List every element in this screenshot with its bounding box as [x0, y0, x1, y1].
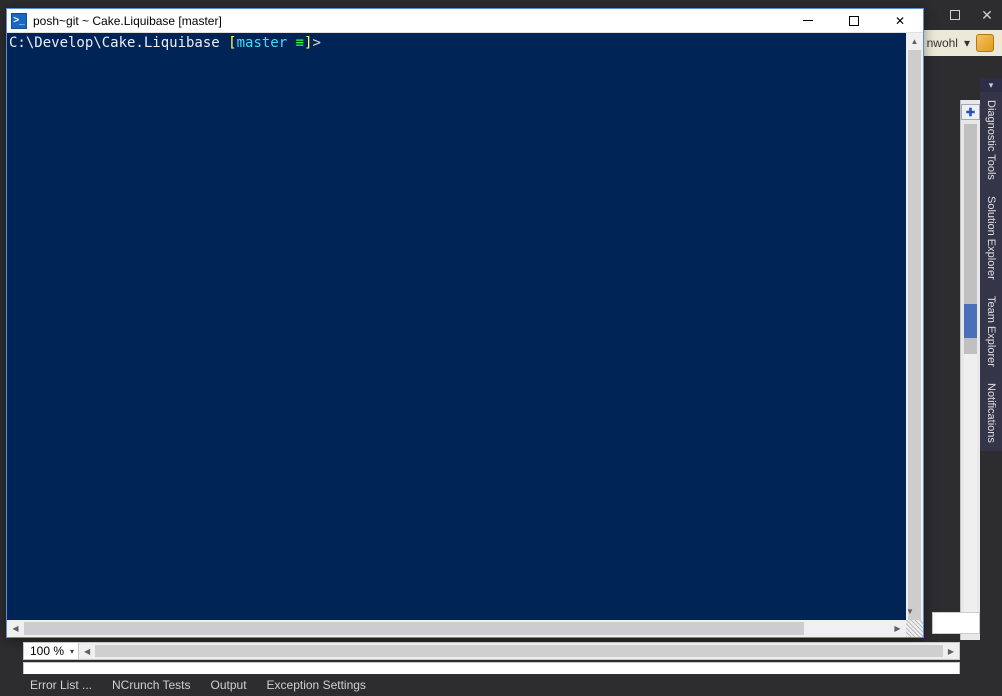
powershell-horizontal-scrollbar[interactable]: ◀ ▶ — [7, 620, 923, 637]
zoom-value: 100 % — [30, 644, 64, 658]
scroll-thumb[interactable] — [95, 645, 943, 657]
powershell-prompt-line: C:\Develop\Cake.Liquibase [master ≡]> — [9, 35, 321, 51]
scroll-right-icon[interactable]: ▶ — [889, 624, 906, 633]
maximize-icon — [849, 16, 859, 26]
minimize-icon — [803, 20, 813, 21]
maximize-icon — [950, 10, 960, 20]
vs-close-button[interactable]: ✕ — [980, 8, 994, 22]
split-editor-icon[interactable]: ✚ — [961, 104, 980, 120]
tab-output[interactable]: Output — [201, 675, 257, 695]
tab-ncrunch-tests[interactable]: NCrunch Tests — [102, 675, 200, 695]
powershell-icon: >_ — [11, 13, 27, 29]
powershell-titlebar[interactable]: >_ posh~git ~ Cake.Liquibase [master] ✕ — [7, 9, 923, 33]
powershell-system-buttons: ✕ — [785, 9, 923, 33]
tab-error-list[interactable]: Error List ... — [20, 675, 102, 695]
scroll-up-icon[interactable]: ▲ — [906, 33, 923, 50]
vs-right-sidebar: ▾ Diagnostic Tools Solution Explorer Tea… — [980, 78, 1002, 451]
vs-system-buttons: ✕ — [948, 0, 1002, 30]
scroll-down-icon[interactable]: ▼ — [906, 603, 914, 620]
vs-editor-horizontal-scrollbar[interactable]: ◀ ▶ — [79, 643, 959, 659]
powershell-title: posh~git ~ Cake.Liquibase [master] — [33, 14, 785, 28]
powershell-maximize-button[interactable] — [831, 9, 877, 33]
scroll-track[interactable] — [906, 50, 923, 603]
sidebar-overflow-button[interactable]: ▾ — [980, 78, 1002, 92]
scroll-thumb[interactable] — [24, 622, 804, 635]
user-avatar-icon — [976, 34, 994, 52]
close-icon: ✕ — [895, 14, 905, 28]
scroll-left-icon[interactable]: ◀ — [79, 643, 95, 659]
powershell-window: >_ posh~git ~ Cake.Liquibase [master] ✕ … — [6, 8, 924, 638]
resize-grip-icon[interactable] — [906, 620, 923, 637]
vs-tool-window-tabs: Error List ... NCrunch Tests Output Exce… — [20, 674, 1002, 696]
tab-solution-explorer[interactable]: Solution Explorer — [982, 188, 1000, 288]
scroll-track[interactable] — [24, 620, 889, 637]
vs-account-strip[interactable]: nwohl ▾ — [919, 30, 1002, 56]
powershell-close-button[interactable]: ✕ — [877, 9, 923, 33]
scroll-thumb[interactable] — [908, 50, 921, 620]
tab-team-explorer[interactable]: Team Explorer — [982, 288, 1000, 375]
vs-maximize-button[interactable] — [948, 8, 962, 22]
powershell-vertical-scrollbar[interactable]: ▲ ▼ — [906, 33, 923, 620]
zoom-combobox[interactable]: 100 % ▾ — [24, 643, 79, 659]
caret-down-icon: ▾ — [964, 36, 970, 50]
scroll-right-icon[interactable]: ▶ — [943, 643, 959, 659]
powershell-terminal[interactable]: C:\Develop\Cake.Liquibase [master ≡]> — [7, 33, 923, 637]
scroll-track[interactable] — [964, 124, 977, 624]
caret-down-icon: ▾ — [70, 647, 74, 656]
tab-notifications[interactable]: Notifications — [982, 375, 1000, 451]
tab-diagnostic-tools[interactable]: Diagnostic Tools — [982, 92, 1000, 188]
vs-account-name: nwohl — [927, 36, 958, 50]
vs-editor-vertical-scrollbar[interactable]: ✚ ▲ ▼ — [960, 100, 980, 640]
tab-exception-settings[interactable]: Exception Settings — [257, 675, 376, 695]
close-icon: ✕ — [981, 8, 993, 22]
scroll-left-icon[interactable]: ◀ — [7, 624, 24, 633]
powershell-minimize-button[interactable] — [785, 9, 831, 33]
vs-editor-strip — [932, 612, 980, 634]
scroll-marker — [964, 304, 977, 338]
vs-editor-bottom-bar: 100 % ▾ ◀ ▶ — [23, 642, 960, 660]
